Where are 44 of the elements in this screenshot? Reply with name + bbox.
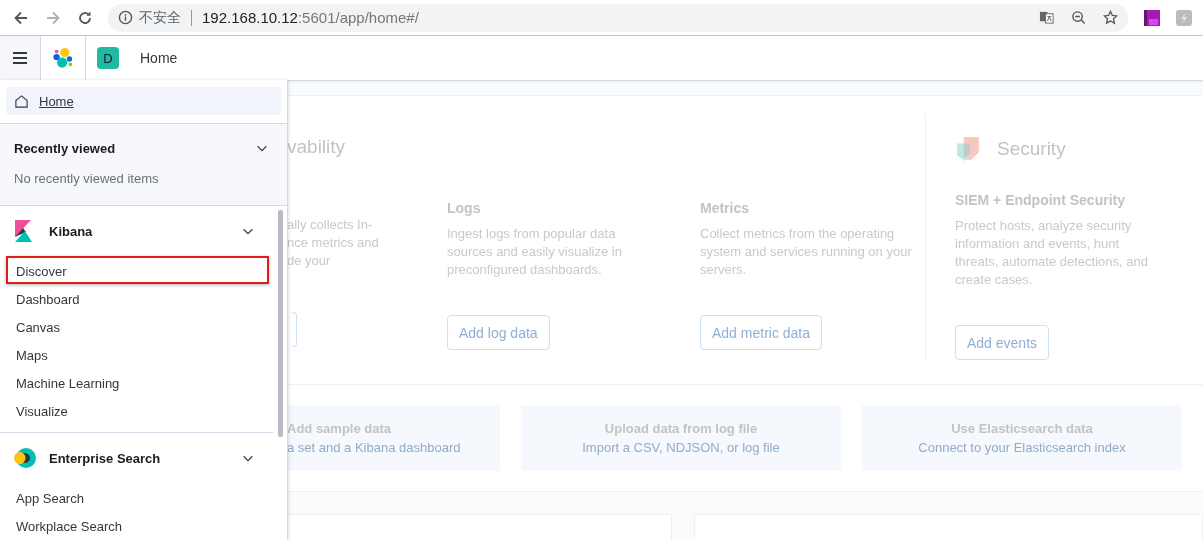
home-link[interactable]: Home [39,93,74,109]
nav-item[interactable]: Dashboard [6,284,269,312]
elastic-logo-icon[interactable] [52,47,74,69]
translate-icon[interactable] [1039,10,1054,25]
info-icon[interactable] [118,10,133,25]
nav-item[interactable]: Maps [6,340,269,368]
address-bar[interactable]: 不安全 192.168.10.12:5601/app/home#/ [108,3,1128,32]
home-nav-item[interactable]: Home [6,87,281,115]
tile-title: Add sample data [287,421,392,436]
solution-subtitle: SIEM + Endpoint Security [955,192,1125,208]
nav-item[interactable]: Canvas [6,312,269,340]
enterprise-search-logo-icon [14,447,36,469]
nav-item[interactable]: Machine Learning [6,368,269,396]
tile-title: Use Elasticsearch data [951,421,1093,436]
reload-icon[interactable] [77,9,93,26]
scrollbar-thumb[interactable] [278,210,283,437]
zoom-out-icon[interactable] [1071,10,1086,25]
group-title: Kibana [49,223,94,239]
breadcrumb[interactable]: Home [140,50,178,66]
url-text: 192.168.10.12:5601/app/home#/ [202,9,419,26]
nav-item[interactable]: Discover [6,256,269,284]
group-title: Enterprise Search [49,450,162,466]
solution-title: vability [287,136,347,158]
extension-icon[interactable] [1144,9,1160,26]
tile-subtitle: a set and a Kibana dashboard [287,440,461,455]
kibana-logo-icon [14,220,32,242]
home-icon [14,93,29,109]
tile-subtitle: Import a CSV, NDJSON, or log file [582,440,780,455]
solution-title: Security [997,138,1066,160]
shield-icon [955,136,981,162]
nav-item[interactable]: App Search [6,483,269,511]
space-avatar[interactable]: D [97,47,119,69]
nav-item[interactable]: Workplace Search [6,511,269,539]
tile-subtitle: Connect to your Elasticsearch index [918,440,1126,455]
nav-item[interactable]: Visualize [6,396,269,424]
menu-icon[interactable] [12,51,28,65]
empty-message: No recently viewed items [14,171,160,186]
app-title: Metrics [700,200,750,216]
tile-title: Upload data from log file [604,421,758,436]
security-label: 不安全 [139,8,181,27]
star-icon[interactable] [1103,10,1118,25]
back-icon[interactable] [13,9,29,26]
section-title: Recently viewed [14,140,117,156]
app-title: Logs [447,200,481,216]
